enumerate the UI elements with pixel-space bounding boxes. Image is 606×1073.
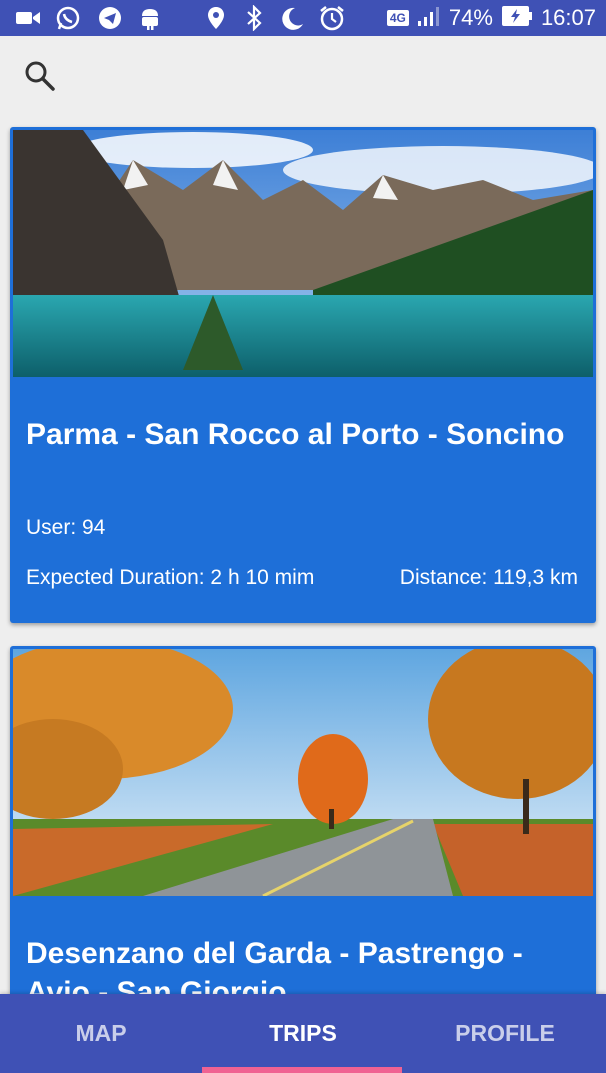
bottom-navigation: MAP TRIPS PROFILE <box>0 994 606 1073</box>
trip-card[interactable]: Parma - San Rocco al Porto - Soncino Use… <box>10 127 596 623</box>
nav-tab-trips[interactable]: TRIPS <box>202 994 404 1073</box>
trip-distance: Distance: 119,3 km <box>399 566 578 589</box>
signal-icon <box>417 5 441 32</box>
moon-icon <box>278 4 306 32</box>
battery-icon <box>501 4 533 33</box>
network-4g-icon: 4G <box>386 10 409 26</box>
trip-user: User: 94 <box>26 516 106 539</box>
telegram-icon <box>96 4 124 32</box>
location-icon <box>202 4 230 32</box>
status-bar: 4G 74% 16:07 <box>0 0 606 36</box>
trip-image <box>13 130 596 377</box>
trip-card[interactable]: Desenzano del Garda - Pastrengo - Avio -… <box>10 646 596 1006</box>
search-bar <box>0 36 606 116</box>
nav-tab-profile[interactable]: PROFILE <box>404 994 606 1073</box>
trip-duration: Expected Duration: 2 h 10 mim <box>26 566 315 589</box>
whatsapp-icon <box>54 4 82 32</box>
trip-image <box>10 646 596 898</box>
clock: 16:07 <box>540 5 596 30</box>
alarm-icon <box>318 4 346 32</box>
video-icon <box>14 4 42 32</box>
trip-title: Parma - San Rocco al Porto - Soncino <box>26 418 565 451</box>
android-icon <box>136 4 164 32</box>
bluetooth-icon <box>240 4 268 32</box>
battery-percent: 74% <box>448 5 493 30</box>
search-icon <box>22 61 58 98</box>
active-tab-indicator <box>202 1067 402 1073</box>
nav-tab-map[interactable]: MAP <box>0 994 202 1073</box>
search-button[interactable] <box>22 58 58 94</box>
